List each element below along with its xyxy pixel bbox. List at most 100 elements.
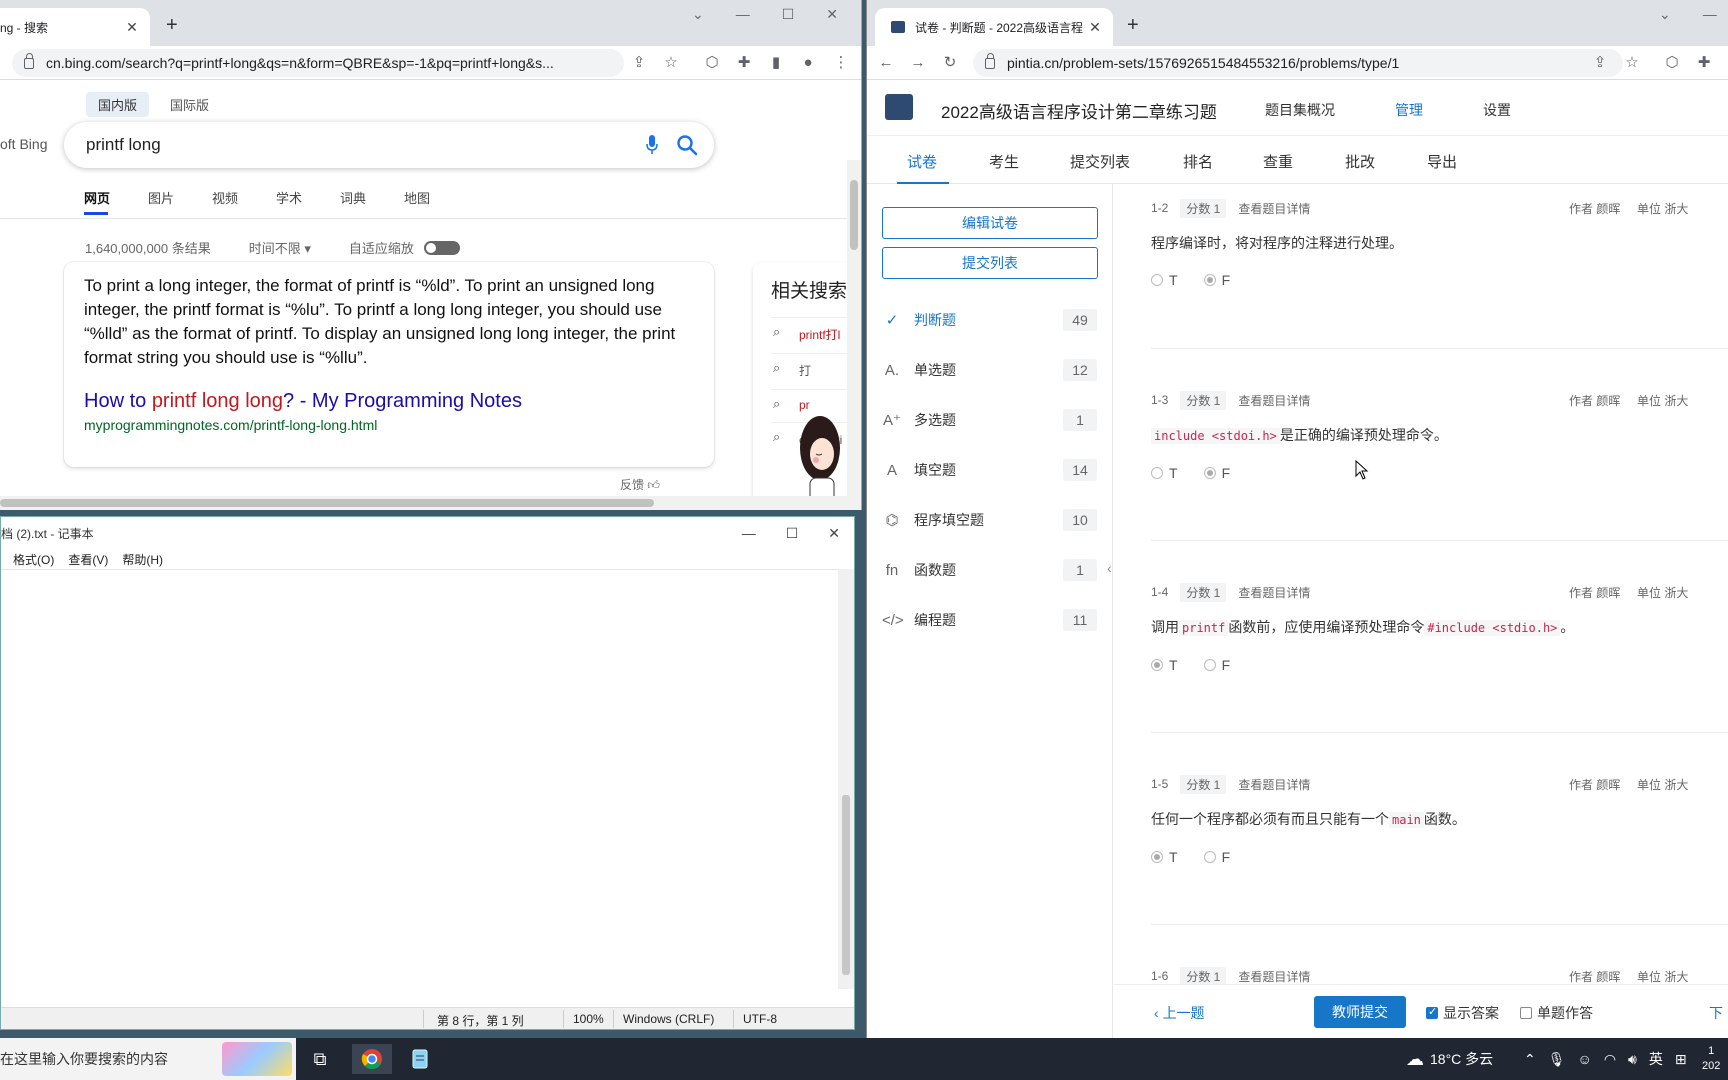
weather-widget[interactable]: ☁ 18°C 多云 <box>1406 1038 1493 1080</box>
radio-button[interactable] <box>1203 851 1216 863</box>
thumbs-up-icon[interactable]: 👍︎ <box>647 478 660 492</box>
submissions-button[interactable]: 提交列表 <box>882 247 1098 279</box>
view-detail-link[interactable]: 查看题目详情 <box>1238 392 1310 409</box>
option-false[interactable]: F <box>1203 849 1230 865</box>
link-text-post[interactable]: ? - My Programming Notes <box>283 390 522 412</box>
scope-tab-academic[interactable]: 学术 <box>264 188 328 216</box>
tab-plagiarism[interactable]: 查重 <box>1263 151 1293 172</box>
vertical-scrollbar[interactable] <box>838 569 854 989</box>
chevron-up-icon[interactable]: ⌃ <box>1524 1051 1536 1068</box>
kebab-menu-icon[interactable]: ⋮ <box>832 54 850 72</box>
chevron-down-icon[interactable]: ⌄ <box>1659 6 1671 23</box>
taskbar-search-box[interactable]: 在这里输入你要搜索的内容 <box>0 1038 296 1080</box>
menu-format[interactable]: 格式(O) <box>13 551 54 568</box>
close-window-icon[interactable]: ✕ <box>828 525 840 542</box>
view-detail-link[interactable]: 查看题目详情 <box>1238 584 1310 601</box>
feedback-label[interactable]: 反馈 <box>620 478 644 492</box>
horizontal-scrollbar[interactable] <box>0 496 848 510</box>
taskbar-search-input[interactable]: 在这里输入你要搜索的内容 <box>0 1049 168 1069</box>
option-true[interactable]: T <box>1151 465 1178 481</box>
option-false[interactable]: F <box>1203 465 1230 481</box>
pta-logo-icon[interactable] <box>885 94 913 120</box>
previous-problem-link[interactable]: ‹ 上一题 <box>1154 1003 1205 1023</box>
search-input[interactable]: printf long <box>86 135 161 155</box>
scope-tab-web[interactable]: 网页 <box>72 188 136 216</box>
radio-button[interactable] <box>1151 274 1163 286</box>
next-problem-link[interactable]: 下 <box>1709 1003 1723 1023</box>
sidebar-item-function[interactable]: fn 函数题 1 <box>882 555 1097 585</box>
sidebar-item-single-choice[interactable]: A. 单选题 12 <box>882 355 1097 385</box>
tab-ranking[interactable]: 排名 <box>1183 151 1213 172</box>
browser-tab-bing[interactable]: ng - 搜索 ✕ <box>0 8 150 46</box>
sidebar-item-programming[interactable]: </> 编程题 11 <box>882 605 1097 635</box>
tab-exam[interactable]: 试卷 <box>896 151 950 184</box>
scope-tab-images[interactable]: 图片 <box>136 188 200 216</box>
side-panel-icon[interactable]: ▮ <box>767 54 785 72</box>
search-box[interactable]: printf long <box>64 122 714 168</box>
adaptive-zoom-toggle[interactable] <box>423 240 460 255</box>
close-tab-icon[interactable]: ✕ <box>124 19 140 36</box>
option-true[interactable]: T <box>1151 849 1178 865</box>
radio-button[interactable] <box>1203 274 1216 286</box>
forward-icon[interactable]: → <box>909 54 927 72</box>
minimize-icon[interactable]: — <box>1703 6 1717 23</box>
scope-tab-dictionary[interactable]: 词典 <box>328 188 392 216</box>
star-icon[interactable]: ☆ <box>662 54 680 72</box>
maximize-icon[interactable]: ☐ <box>782 6 795 23</box>
nav-manage[interactable]: 管理 <box>1395 100 1423 120</box>
close-window-icon[interactable]: ✕ <box>826 6 838 23</box>
option-true[interactable]: T <box>1151 272 1178 288</box>
clock[interactable]: 1 202 <box>1702 1038 1720 1080</box>
radio-button[interactable] <box>1151 851 1163 863</box>
answer-source-link[interactable]: How to printf long long? - My Programmin… <box>84 390 694 413</box>
view-detail-link[interactable]: 查看题目详情 <box>1238 200 1310 217</box>
ime-mode-icon[interactable]: ⊞ <box>1675 1051 1687 1068</box>
microphone-icon[interactable]: 🎙︎ <box>1548 1051 1566 1068</box>
scrollbar-thumb[interactable] <box>0 499 654 507</box>
hexagon-extension-icon[interactable]: ⬡ <box>703 54 721 72</box>
option-false[interactable]: F <box>1203 272 1230 288</box>
share-icon[interactable]: ⇪ <box>630 54 648 72</box>
radio-button[interactable] <box>1151 467 1163 479</box>
browser-tab-pta[interactable]: 试卷 - 判断题 - 2022高级语言程 ✕ <box>875 8 1113 46</box>
radio-button[interactable] <box>1151 659 1163 671</box>
show-answer-checkbox[interactable]: 显示答案 <box>1426 1003 1499 1023</box>
view-detail-link[interactable]: 查看题目详情 <box>1238 776 1310 793</box>
radio-button[interactable] <box>1203 467 1216 479</box>
teacher-submit-button[interactable]: 教师提交 <box>1314 996 1406 1028</box>
menu-view[interactable]: 查看(V) <box>68 551 108 568</box>
puzzle-extensions-icon[interactable]: ✚ <box>1695 54 1713 72</box>
wifi-icon[interactable]: ◠ <box>1604 1051 1616 1068</box>
sidebar-item-true-false[interactable]: ✓ 判断题 49 <box>882 305 1097 335</box>
chevron-down-icon[interactable]: ⌄ <box>692 6 704 23</box>
tab-export[interactable]: 导出 <box>1427 151 1457 172</box>
tab-grading[interactable]: 批改 <box>1345 151 1375 172</box>
share-icon[interactable]: ⇪ <box>1591 54 1609 72</box>
bing-logo[interactable]: oft Bing <box>0 136 47 152</box>
maximize-icon[interactable]: ☐ <box>786 525 799 542</box>
link-text-highlight[interactable]: printf long long <box>152 390 283 412</box>
notepad-text-area[interactable] <box>1 569 839 989</box>
search-icon[interactable] <box>676 134 698 156</box>
tab-submissions[interactable]: 提交列表 <box>1070 151 1130 172</box>
menu-help[interactable]: 帮助(H) <box>122 551 163 568</box>
puzzle-extensions-icon[interactable]: ✚ <box>735 54 753 72</box>
notepad-taskbar-icon[interactable] <box>400 1044 440 1074</box>
link-text-pre[interactable]: How to <box>84 390 152 412</box>
address-bar[interactable]: pintia.cn/problem-sets/15769265154845532… <box>973 49 1623 77</box>
new-tab-icon[interactable]: + <box>1127 14 1139 37</box>
sidebar-item-fill-blank[interactable]: A 填空题 14 <box>882 455 1097 485</box>
scrollbar-thumb[interactable] <box>842 795 850 975</box>
checkbox[interactable] <box>1520 1007 1532 1019</box>
single-answer-checkbox[interactable]: 单题作答 <box>1520 1003 1593 1023</box>
task-view-icon[interactable]: ⧉ <box>300 1044 340 1074</box>
profile-avatar-icon[interactable]: ● <box>799 54 817 72</box>
option-false[interactable]: F <box>1203 657 1230 673</box>
time-filter-dropdown[interactable]: 时间不限 ▾ <box>249 238 311 257</box>
notepad-title-bar[interactable]: 档 (2).txt - 记事本 — ☐ ✕ <box>1 517 854 549</box>
previous-label[interactable]: 上一题 <box>1163 1005 1205 1021</box>
sidebar-item-program-fill[interactable]: ⌬ 程序填空题 10 <box>882 505 1097 535</box>
back-icon[interactable]: ← <box>877 54 895 72</box>
reload-icon[interactable]: ↻ <box>941 54 959 72</box>
microphone-icon[interactable] <box>646 135 658 155</box>
